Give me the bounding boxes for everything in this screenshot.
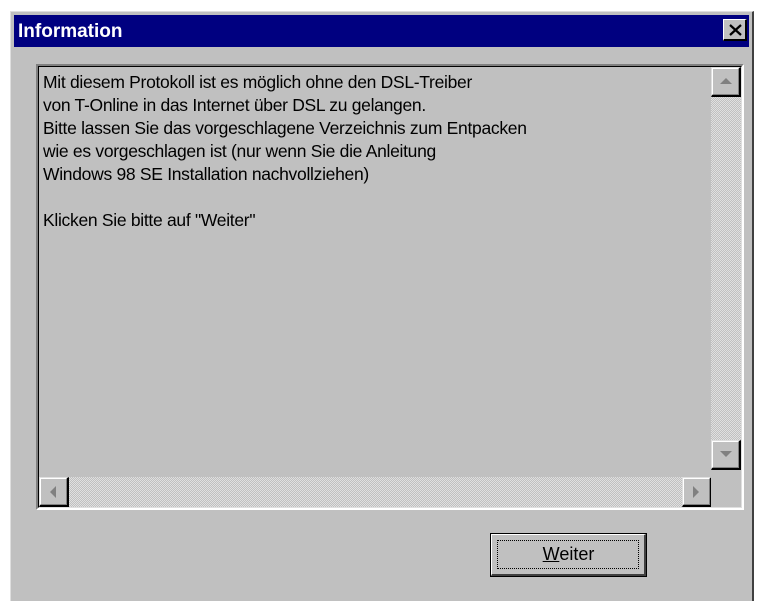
scroll-down-button[interactable] xyxy=(711,440,741,470)
horizontal-scrollbar[interactable] xyxy=(39,477,712,507)
window-title: Information xyxy=(18,21,123,42)
scroll-up-button[interactable] xyxy=(711,67,741,97)
message-textbox[interactable]: Mit diesem Protokoll ist es möglich ohne… xyxy=(36,64,744,510)
scroll-right-button[interactable] xyxy=(682,477,712,507)
close-icon xyxy=(729,24,742,36)
arrow-left-icon xyxy=(50,486,56,498)
message-text: Mit diesem Protokoll ist es möglich ohne… xyxy=(43,72,527,230)
scroll-left-button[interactable] xyxy=(39,477,69,507)
arrow-down-icon xyxy=(720,451,732,457)
information-dialog: Information Mit diesem Protokoll ist es … xyxy=(10,11,754,601)
title-bar[interactable]: Information xyxy=(14,15,749,47)
weiter-button[interactable]: Weiter xyxy=(490,533,647,577)
accelerator-key: W xyxy=(542,544,560,564)
arrow-right-icon xyxy=(693,486,699,498)
arrow-up-icon xyxy=(720,78,732,84)
scrollbar-corner xyxy=(711,477,741,507)
vertical-scrollbar[interactable] xyxy=(711,67,741,470)
weiter-button-label: Weiter xyxy=(542,544,595,564)
close-button[interactable] xyxy=(723,19,747,41)
